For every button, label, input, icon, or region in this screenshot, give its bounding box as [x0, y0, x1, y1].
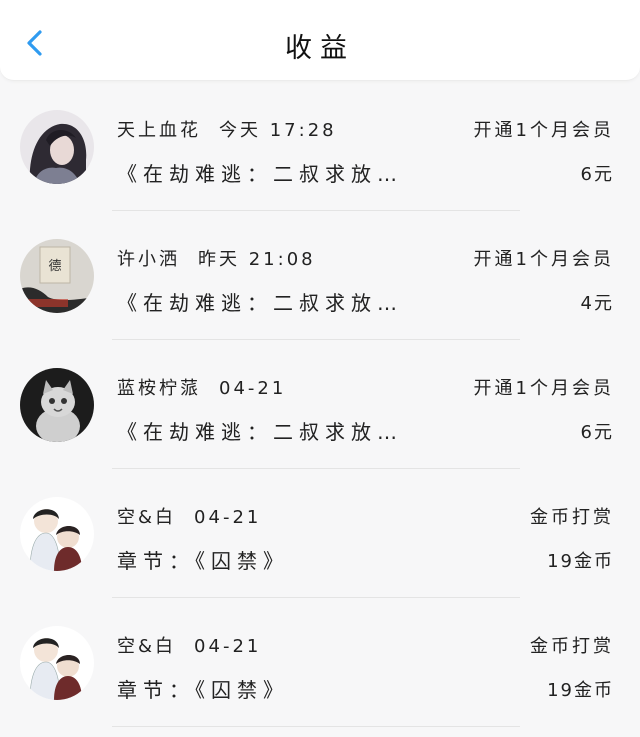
payment-time: 今天 17:28 — [219, 120, 337, 141]
payer-info: 天上血花 今天 17:28 — [117, 116, 337, 142]
divider — [112, 726, 520, 727]
payment-amount: 6元 — [580, 422, 614, 443]
payer-info: 空&白 04-21 — [117, 503, 261, 529]
payment-amount: 19金币 — [547, 680, 614, 701]
payment-type: 金币打赏 — [530, 636, 614, 657]
payer-info: 蓝桉柠蒎 04-21 — [117, 374, 286, 400]
payment-detail: 章节：《囚禁》 — [117, 549, 289, 573]
payer-name: 许小洒 — [117, 249, 180, 270]
list-item[interactable]: 蓝桉柠蒎 04-21 开通1个月会员 《在劫难逃：二叔求放… 6元 — [0, 340, 640, 469]
payer-name: 天上血花 — [117, 120, 201, 141]
earnings-list: 天上血花 今天 17:28 开通1个月会员 《在劫难逃：二叔求放… 6元 德 许小… — [0, 82, 640, 727]
payer-info: 许小洒 昨天 21:08 — [117, 245, 316, 271]
payment-detail: 《在劫难逃：二叔求放… — [117, 420, 403, 444]
payment-detail: 《在劫难逃：二叔求放… — [117, 162, 403, 186]
payment-time: 昨天 21:08 — [198, 249, 316, 270]
payment-time: 04-21 — [194, 636, 262, 657]
payment-type: 金币打赏 — [530, 507, 614, 528]
page-title: 收益 — [285, 33, 355, 64]
avatar[interactable] — [20, 368, 94, 442]
payment-time: 04-21 — [194, 507, 262, 528]
payer-name: 空&白 — [117, 507, 177, 528]
payer-name: 空&白 — [117, 636, 177, 657]
payment-type: 开通1个月会员 — [473, 120, 614, 141]
avatar[interactable] — [20, 497, 94, 571]
payer-name: 蓝桉柠蒎 — [117, 378, 201, 399]
payment-amount: 6元 — [580, 164, 614, 185]
payment-amount: 4元 — [580, 293, 614, 314]
payer-info: 空&白 04-21 — [117, 632, 261, 658]
list-item[interactable]: 空&白 04-21 金币打赏 章节：《囚禁》 19金币 — [0, 598, 640, 727]
svg-text:德: 德 — [48, 259, 61, 274]
payment-type: 开通1个月会员 — [473, 378, 614, 399]
avatar[interactable] — [20, 110, 94, 184]
top-bar: 收益 — [0, 0, 640, 81]
payment-time: 04-21 — [219, 378, 287, 399]
avatar[interactable]: 德 — [20, 239, 94, 313]
list-item[interactable]: 空&白 04-21 金币打赏 章节：《囚禁》 19金币 — [0, 469, 640, 598]
payment-detail: 《在劫难逃：二叔求放… — [117, 291, 403, 315]
payment-detail: 章节：《囚禁》 — [117, 678, 289, 702]
list-item[interactable]: 德 许小洒 昨天 21:08 开通1个月会员 《在劫难逃：二叔求放… 4元 — [0, 211, 640, 340]
payment-amount: 19金币 — [547, 551, 614, 572]
list-item[interactable]: 天上血花 今天 17:28 开通1个月会员 《在劫难逃：二叔求放… 6元 — [0, 82, 640, 211]
payment-type: 开通1个月会员 — [473, 249, 614, 270]
avatar[interactable] — [20, 626, 94, 700]
